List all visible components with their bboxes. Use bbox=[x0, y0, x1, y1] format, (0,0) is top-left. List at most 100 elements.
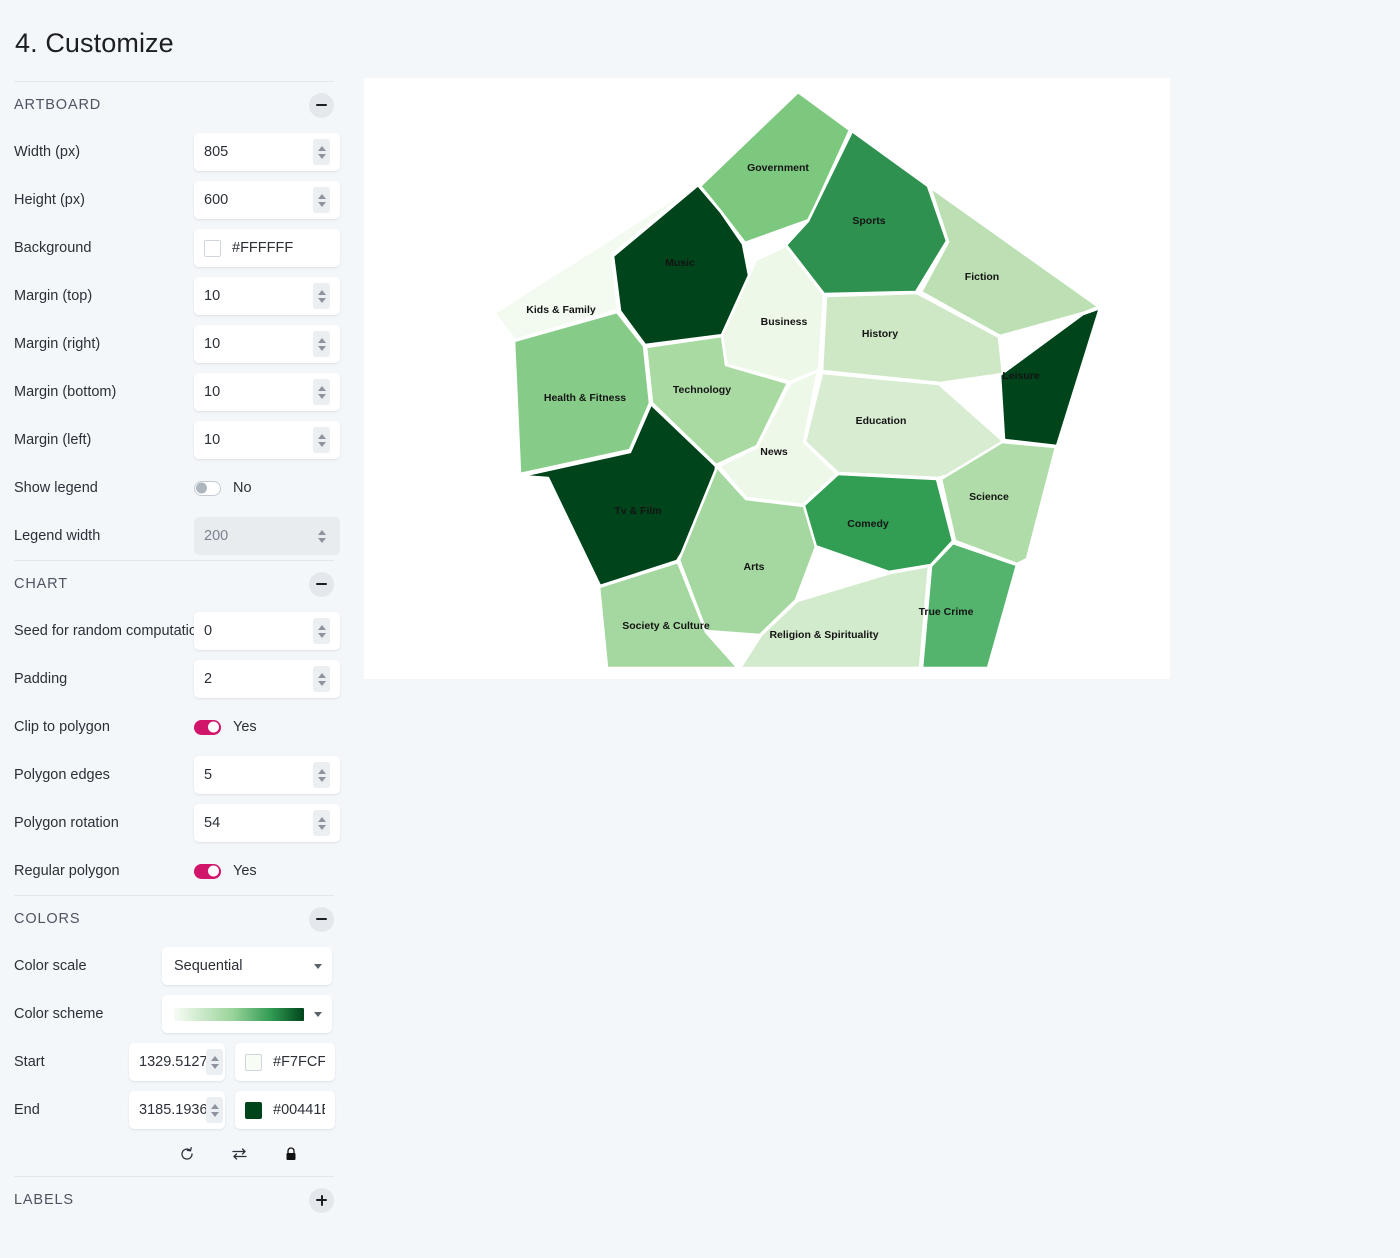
color-start-swatch[interactable] bbox=[245, 1053, 262, 1071]
treemap-cell-label: Education bbox=[856, 415, 907, 427]
color-end-domain-stepper[interactable] bbox=[206, 1097, 223, 1123]
margin-bottom-input[interactable]: 10 bbox=[194, 373, 340, 411]
row-clip-to-polygon: Clip to polygon Yes bbox=[14, 703, 334, 751]
polygon-rotation-input[interactable]: 54 bbox=[194, 804, 340, 842]
height-input[interactable]: 600 bbox=[194, 181, 340, 219]
row-polygon-rotation: Polygon rotation 54 bbox=[14, 799, 340, 847]
label-color-end: End bbox=[14, 1102, 40, 1118]
width-value: 805 bbox=[204, 144, 229, 160]
chevron-down-icon bbox=[314, 963, 322, 969]
color-scheme-select[interactable] bbox=[162, 995, 332, 1033]
padding-stepper[interactable] bbox=[313, 666, 330, 692]
color-scale-select[interactable]: Sequential bbox=[162, 947, 332, 985]
label-seed: Seed for random computation bbox=[14, 623, 194, 639]
swap-icon[interactable] bbox=[230, 1145, 248, 1163]
treemap-cell-label: Technology bbox=[673, 384, 731, 396]
lock-icon[interactable] bbox=[282, 1145, 300, 1163]
section-header-labels: LABELS bbox=[14, 1177, 334, 1223]
label-width: Width (px) bbox=[14, 144, 81, 160]
section-title-artboard: ARTBOARD bbox=[14, 97, 102, 113]
treemap-cell[interactable]: True Crime bbox=[919, 541, 1019, 670]
row-height: Height (px) 600 bbox=[14, 176, 340, 224]
section-header-artboard: ARTBOARD bbox=[14, 82, 334, 128]
row-regular-polygon: Regular polygon Yes bbox=[14, 847, 334, 895]
color-scale-value: Sequential bbox=[174, 958, 243, 974]
label-color-scale: Color scale bbox=[14, 958, 87, 974]
margin-right-stepper[interactable] bbox=[313, 331, 330, 357]
collapse-chart-button[interactable] bbox=[309, 571, 334, 597]
chart-preview-panel: Government Sports Fiction Music Kids & Famil… bbox=[364, 78, 1170, 679]
treemap-cell-label: True Crime bbox=[919, 606, 974, 618]
label-polygon-edges: Polygon edges bbox=[14, 767, 110, 783]
polygon-edges-input[interactable]: 5 bbox=[194, 756, 340, 794]
margin-top-stepper[interactable] bbox=[313, 283, 330, 309]
label-margin-bottom: Margin (bottom) bbox=[14, 384, 117, 400]
polygon-edges-stepper[interactable] bbox=[313, 762, 330, 788]
clip-to-polygon-toggle[interactable] bbox=[194, 719, 221, 735]
color-scheme-gradient-preview bbox=[174, 1007, 304, 1021]
width-stepper[interactable] bbox=[313, 139, 330, 165]
treemap-cell[interactable]: Comedy bbox=[801, 472, 955, 574]
section-header-colors: COLORS bbox=[14, 896, 334, 942]
margin-left-stepper[interactable] bbox=[313, 427, 330, 453]
row-padding: Padding 2 bbox=[14, 655, 340, 703]
customize-screen: 4. Customize ARTBOARD Width (px) 805 Hei… bbox=[0, 0, 1400, 1258]
color-end-domain-value: 3185.1936 bbox=[139, 1102, 206, 1118]
seed-stepper[interactable] bbox=[313, 618, 330, 644]
label-clip-to-polygon: Clip to polygon bbox=[14, 719, 110, 735]
label-show-legend: Show legend bbox=[14, 480, 98, 496]
background-color-input[interactable]: #FFFFFF bbox=[194, 229, 340, 267]
label-color-scheme: Color scheme bbox=[14, 1006, 104, 1022]
minus-icon bbox=[316, 918, 327, 920]
settings-sidebar: 4. Customize ARTBOARD Width (px) 805 Hei… bbox=[0, 0, 348, 1258]
width-input[interactable]: 805 bbox=[194, 133, 340, 171]
polygon-rotation-stepper[interactable] bbox=[313, 810, 330, 836]
collapse-artboard-button[interactable] bbox=[309, 92, 334, 118]
color-start-domain-value: 1329.5127 bbox=[139, 1054, 206, 1070]
padding-input[interactable]: 2 bbox=[194, 660, 340, 698]
row-color-scheme: Color scheme bbox=[14, 990, 334, 1038]
label-height: Height (px) bbox=[14, 192, 85, 208]
legend-width-value: 200 bbox=[204, 528, 229, 544]
color-start-domain-stepper[interactable] bbox=[206, 1049, 223, 1075]
clip-to-polygon-value: Yes bbox=[233, 719, 257, 735]
row-seed: Seed for random computation 0 bbox=[14, 607, 340, 655]
treemap-cell-label: History bbox=[862, 328, 898, 340]
treemap-cell-label: Kids & Family bbox=[526, 304, 596, 316]
show-legend-toggle[interactable] bbox=[194, 480, 221, 496]
row-background: Background #FFFFFF bbox=[14, 224, 340, 272]
margin-bottom-value: 10 bbox=[204, 384, 221, 400]
row-show-legend: Show legend No bbox=[14, 464, 334, 512]
seed-input[interactable]: 0 bbox=[194, 612, 340, 650]
treemap-cell-label: Leisure bbox=[1002, 370, 1040, 382]
polygon-edges-value: 5 bbox=[204, 767, 213, 783]
margin-top-input[interactable]: 10 bbox=[194, 277, 340, 315]
treemap-cell-label: Sports bbox=[852, 215, 885, 227]
label-padding: Padding bbox=[14, 671, 68, 687]
page-title: 4. Customize bbox=[15, 28, 174, 58]
chevron-down-icon bbox=[314, 1011, 322, 1017]
height-value: 600 bbox=[204, 192, 229, 208]
margin-left-input[interactable]: 10 bbox=[194, 421, 340, 459]
regular-polygon-toggle[interactable] bbox=[194, 863, 221, 879]
color-end-swatch[interactable] bbox=[245, 1101, 262, 1119]
show-legend-value: No bbox=[233, 480, 252, 496]
margin-right-input[interactable]: 10 bbox=[194, 325, 340, 363]
color-start-domain-input[interactable]: 1329.5127 bbox=[129, 1043, 225, 1081]
row-margin-left: Margin (left) 10 bbox=[14, 416, 340, 464]
color-start-hex-input[interactable]: #F7FCF5 bbox=[235, 1043, 335, 1081]
color-end-hex-input[interactable]: #00441B bbox=[235, 1091, 335, 1129]
height-stepper[interactable] bbox=[313, 187, 330, 213]
label-margin-right: Margin (right) bbox=[14, 336, 101, 352]
expand-labels-button[interactable] bbox=[309, 1187, 334, 1213]
color-end-hex-value: #00441B bbox=[273, 1102, 325, 1118]
color-end-domain-input[interactable]: 3185.1936 bbox=[129, 1091, 225, 1129]
voronoi-treemap-chart[interactable]: Government Sports Fiction Music Kids & Famil… bbox=[364, 78, 1170, 679]
reset-icon[interactable] bbox=[178, 1145, 196, 1163]
minus-icon bbox=[316, 583, 327, 585]
collapse-colors-button[interactable] bbox=[309, 906, 334, 932]
margin-bottom-stepper[interactable] bbox=[313, 379, 330, 405]
label-margin-top: Margin (top) bbox=[14, 288, 93, 304]
background-color-swatch[interactable] bbox=[204, 239, 221, 257]
seed-value: 0 bbox=[204, 623, 213, 639]
